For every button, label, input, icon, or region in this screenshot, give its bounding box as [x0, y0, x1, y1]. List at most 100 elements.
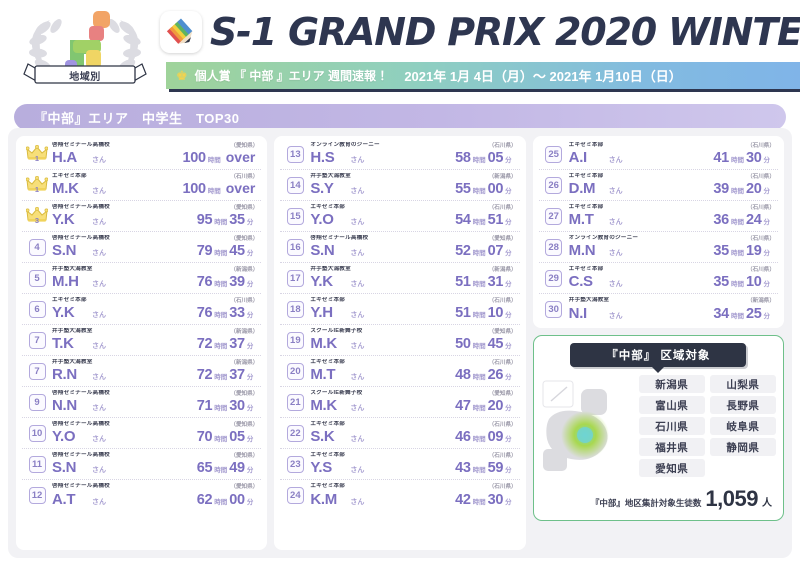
- name-time-line: Y.K さん 95 時間 35 分: [52, 211, 259, 228]
- rank-cell: 1: [24, 175, 50, 195]
- hours-unit: 時間: [214, 343, 228, 351]
- student-name: S.N: [52, 459, 77, 477]
- minutes-value: 20: [487, 398, 504, 415]
- school-name: 啓翔ゼミナール高橋校: [310, 234, 369, 241]
- student-name: T.K: [52, 335, 74, 353]
- rank-cell: 11: [24, 455, 50, 473]
- school-name: エキゼミ本部: [310, 296, 346, 303]
- rank-badge: 20: [286, 362, 304, 380]
- prefecture-chip: 富山県: [638, 396, 705, 414]
- row-info: スクールIE新舞子校 M.K さん 47 時間 20 分: [308, 390, 517, 414]
- honorific: さん: [92, 343, 106, 351]
- hours-unit: 時間: [730, 312, 744, 320]
- rank-badge: 16: [286, 238, 304, 256]
- student-name: Y.O: [310, 211, 334, 229]
- hours-value: 62: [196, 491, 213, 508]
- name-time-line: M.K さん 50 時間 45 分: [310, 335, 517, 352]
- rank-badge: 30: [545, 301, 563, 318]
- minutes-unit: 分: [505, 405, 512, 413]
- hours-unit: 時間: [730, 281, 744, 289]
- rank-badge: 9: [28, 393, 46, 411]
- school-name: 啓翔ゼミナール高橋校: [52, 389, 110, 396]
- student-name: M.N: [568, 242, 596, 260]
- minutes-value: 10: [745, 274, 762, 291]
- region-summary-panel: 『中部』 区域対象 新潟県 山梨県 富山県 長野県 石川県 岐阜県 福井県 静岡…: [532, 335, 784, 521]
- honorific: さん: [92, 157, 106, 165]
- row-info: エキゼミ本部 S.K さん 46 時間 09 分: [308, 421, 517, 445]
- hours-unit: 時間: [207, 157, 221, 165]
- hours-value: 42: [455, 491, 471, 508]
- honorific: さん: [92, 374, 106, 382]
- hours-value: 51: [455, 305, 471, 322]
- school-name: エキゼミ本部: [310, 203, 346, 210]
- row-info: 井手塾大潟教室 M.H さん 76 時間 39 分: [50, 266, 259, 290]
- table-row: 18 エキゼミ本部 Y.H さん 51 時間 10 分（石川県）: [280, 294, 520, 325]
- prefecture-label: （愛知県）: [488, 236, 517, 242]
- hours-unit: 時間: [730, 188, 744, 196]
- table-row: 15 エキゼミ本部 Y.O さん 54 時間 51 分（石川県）: [280, 201, 520, 232]
- minutes-unit: 分: [246, 219, 254, 227]
- rank-cell: 7: [24, 331, 50, 349]
- rank-cell: 25: [541, 145, 567, 163]
- honorific: さん: [350, 343, 365, 351]
- school-name: エキゼミ本部: [310, 483, 346, 490]
- rank-cell: 16: [282, 238, 308, 256]
- minutes-unit: 分: [246, 498, 254, 506]
- hours-unit: 時間: [214, 281, 228, 289]
- hours-unit: 時間: [472, 281, 486, 289]
- banner-prize-text: 個人賞 『 中部 』エリア 週間速報 ！: [194, 69, 392, 83]
- rank-badge: 17: [286, 269, 304, 287]
- hours-value: 54: [455, 212, 471, 229]
- prefecture-chip: 福井県: [638, 438, 705, 456]
- study-time: 62 時間 00 分: [197, 492, 260, 508]
- student-name: S.N: [52, 242, 77, 260]
- row-info: スクールIE新舞子校 M.K さん 50 時間 45 分: [308, 328, 517, 352]
- prefecture-label: （新潟県）: [747, 298, 775, 304]
- crown-icon: 3: [25, 206, 49, 226]
- rank-badge: 12: [28, 487, 46, 504]
- hours-unit: 時間: [472, 374, 486, 382]
- ranking-card-3: 25 エキゼミ本部 A.I さん 41 時間 30 分（石川県） 26 エキゼミ本部 D.M さん 39…: [532, 136, 784, 328]
- over-label: over: [225, 149, 256, 166]
- table-row: 12 啓翔ゼミナール高橋校 A.T さん 62 時間 00 分 （愛知県）: [22, 480, 261, 511]
- student-name: Y.K: [52, 211, 75, 229]
- student-name: M.K: [52, 180, 79, 198]
- prefecture-label: （新潟県）: [488, 267, 517, 273]
- student-name: Y.K: [310, 273, 333, 291]
- school-name: エキゼミ本部: [310, 451, 346, 458]
- student-name: M.K: [310, 335, 337, 353]
- row-info: 井手塾大潟教室 R.N さん 72 時間 37 分: [50, 359, 259, 383]
- name-time-line: M.K さん 100 時間 over: [52, 180, 259, 197]
- minutes-value: 37: [229, 336, 245, 353]
- prefecture-chip: 静岡県: [709, 438, 776, 456]
- row-info: エキゼミ本部 M.K さん 100 時間 over: [50, 173, 259, 197]
- name-time-line: Y.K さん 51 時間 31 分: [310, 273, 517, 290]
- name-time-line: Y.S さん 43 時間 59 分: [310, 459, 517, 476]
- name-time-line: A.I さん 41 時間 30 分: [569, 149, 776, 166]
- table-row: 11 啓翔ゼミナール高橋校 S.N さん 65 時間 49 分（愛知県）: [22, 449, 262, 480]
- hours-value: 36: [713, 212, 729, 229]
- hours-unit: 時間: [730, 219, 744, 227]
- name-time-line: Y.O さん 70 時間 05 分: [52, 428, 259, 445]
- prefecture-label: （愛知県）: [230, 391, 259, 397]
- minutes-unit: 分: [763, 250, 770, 258]
- name-time-line: H.S さん 58 時間 05 分: [310, 149, 517, 166]
- student-name: R.N: [52, 366, 77, 384]
- award-emblem: 地域別: [10, 4, 160, 100]
- honorific: さん: [608, 250, 623, 258]
- school-name: エキゼミ本部: [568, 172, 604, 179]
- row-info: 啓翔ゼミナール高橋校 S.N さん 65 時間 49 分: [50, 452, 259, 476]
- rank-cell: 22: [282, 424, 308, 442]
- table-row: 13 オンライン教育のジーニー H.S さん 58 時間 05 分（石川県）: [280, 139, 520, 170]
- school-name: 啓翔ゼミナール高橋校: [52, 234, 110, 241]
- minutes-value: 33: [229, 305, 245, 322]
- emblem-label: 地域別: [69, 72, 101, 83]
- minutes-unit: 分: [505, 250, 512, 258]
- student-name: S.N: [310, 242, 335, 260]
- rank-cell: 12: [24, 487, 50, 504]
- section-title: 『中部』エリア 中学生 TOP30: [34, 110, 240, 126]
- honorific: さん: [92, 405, 106, 413]
- rank-badge: 27: [545, 207, 563, 225]
- name-time-line: S.N さん 65 時間 49 分: [52, 459, 259, 476]
- row-info: 啓翔ゼミナール高橋校 Y.K さん 95 時間 35 分: [50, 204, 259, 228]
